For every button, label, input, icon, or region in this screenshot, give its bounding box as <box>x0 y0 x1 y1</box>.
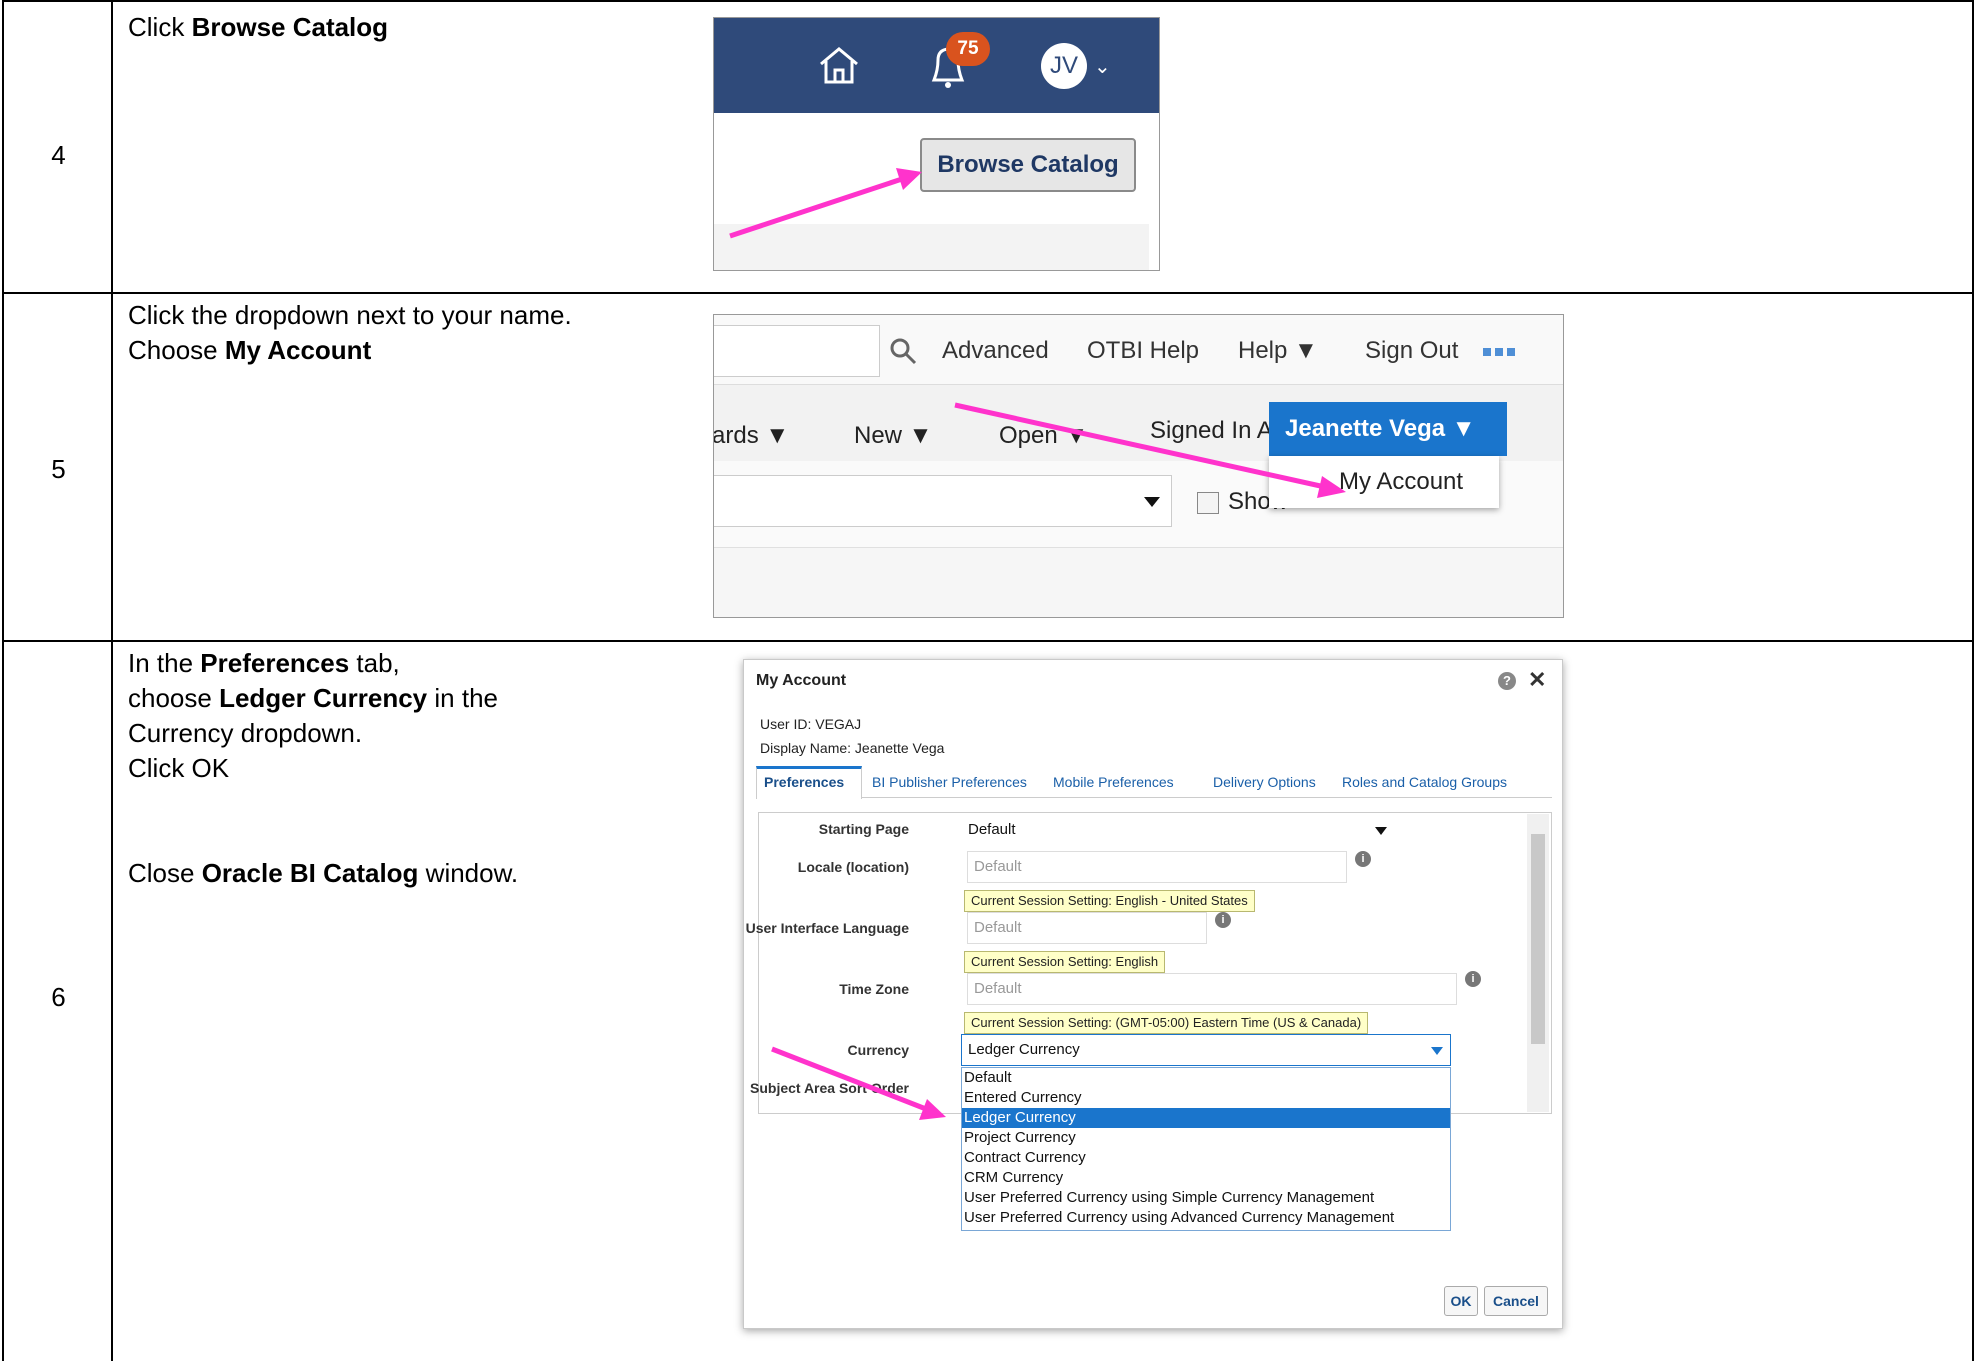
currency-option[interactable]: Entered Currency <box>962 1088 1450 1108</box>
toolbar-strip <box>714 224 1149 270</box>
close-icon[interactable]: ✕ <box>1528 667 1546 693</box>
step-instruction: In the Preferences tab, choose Ledger Cu… <box>128 646 518 891</box>
instruction-line: Close Oracle BI Catalog window. <box>128 858 519 888</box>
time-zone-label: Time Zone <box>839 981 909 997</box>
instruction-line: Click the dropdown next to your name. <box>128 300 572 330</box>
currency-option[interactable]: Project Currency <box>962 1128 1450 1148</box>
locale-label: Locale (location) <box>797 859 909 875</box>
instruction-bold: My Account <box>224 335 372 365</box>
chevron-down-icon[interactable]: ⌄ <box>1094 54 1111 79</box>
instruction-bold: Browse Catalog <box>191 12 389 42</box>
my-account-menu-item[interactable]: My Account <box>1269 456 1499 508</box>
ok-button[interactable]: OK <box>1444 1286 1478 1316</box>
instruction-line: In the Preferences tab, <box>128 648 400 678</box>
dropdown-arrow-icon[interactable] <box>1144 497 1160 507</box>
currency-dropdown-list: Default Entered Currency Ledger Currency… <box>961 1067 1451 1231</box>
avatar[interactable]: JV <box>1041 43 1087 89</box>
instruction-text: Click <box>128 12 192 42</box>
step-instruction: Click the dropdown next to your name. Ch… <box>128 298 572 368</box>
instruction-line: Click OK <box>128 753 230 783</box>
dashboards-menu[interactable]: ards ▼ <box>714 422 789 450</box>
step-instruction: Click Browse Catalog <box>128 10 388 45</box>
tab-bi-publisher-preferences[interactable]: BI Publisher Preferences <box>872 774 1027 790</box>
step-number: 5 <box>51 454 66 484</box>
search-icon[interactable] <box>889 337 917 365</box>
currency-option[interactable]: Default <box>962 1068 1450 1088</box>
scrollbar-thumb[interactable] <box>1531 834 1545 1044</box>
tab-delivery-options[interactable]: Delivery Options <box>1213 774 1316 790</box>
dropdown-arrow-icon[interactable] <box>1431 1047 1443 1055</box>
info-icon: i <box>1355 851 1371 867</box>
instruction-line: Choose My Account <box>128 333 572 368</box>
instruction-line: choose Ledger Currency in the <box>128 683 498 713</box>
info-icon: i <box>1215 912 1231 928</box>
user-id: User ID: VEGAJ <box>760 716 862 732</box>
apps-icon[interactable] <box>1481 345 1517 359</box>
currency-option-selected[interactable]: Ledger Currency <box>962 1108 1450 1128</box>
ui-language-label: User Interface Language <box>745 920 909 936</box>
starting-page-label: Starting Page <box>818 821 909 837</box>
ui-language-field[interactable]: Default <box>967 912 1207 944</box>
browse-catalog-button[interactable]: Browse Catalog <box>920 138 1136 192</box>
dropdown-arrow-icon[interactable] <box>1375 827 1387 835</box>
display-name: Display Name: Jeanette Vega <box>760 740 945 756</box>
sign-out-link[interactable]: Sign Out <box>1365 337 1458 365</box>
currency-option[interactable]: CRM Currency <box>962 1168 1450 1188</box>
starting-page-select[interactable]: Default <box>961 814 1391 846</box>
location-select[interactable] <box>714 475 1172 527</box>
help-menu[interactable]: Help ▼ <box>1238 337 1318 365</box>
currency-option[interactable]: User Preferred Currency using Simple Cur… <box>962 1188 1450 1208</box>
help-icon[interactable]: ? <box>1498 672 1516 690</box>
step-number: 4 <box>51 140 66 170</box>
step-number: 6 <box>51 982 66 1012</box>
search-input[interactable] <box>714 325 880 377</box>
content-strip <box>714 547 1563 617</box>
currency-option[interactable]: Contract Currency <box>962 1148 1450 1168</box>
advanced-link[interactable]: Advanced <box>942 337 1049 365</box>
currency-label: Currency <box>847 1042 909 1058</box>
new-menu[interactable]: New ▼ <box>854 422 932 450</box>
time-zone-session-note: Current Session Setting: (GMT-05:00) Eas… <box>964 1012 1369 1034</box>
step-number-cell: 4 <box>4 2 113 292</box>
dialog-title: My Account <box>756 672 847 689</box>
step-number-cell: 5 <box>4 294 113 640</box>
instruction-text: Choose <box>128 335 225 365</box>
show-checkbox[interactable] <box>1197 492 1219 514</box>
otbi-help-link[interactable]: OTBI Help <box>1087 337 1199 365</box>
tab-mobile-preferences[interactable]: Mobile Preferences <box>1053 774 1174 790</box>
tab-preferences[interactable]: Preferences <box>764 774 844 790</box>
time-zone-field[interactable]: Default <box>967 973 1457 1005</box>
scrollbar[interactable] <box>1527 814 1549 1112</box>
locale-session-note: Current Session Setting: English - Unite… <box>964 890 1255 912</box>
tab-bar: Preferences BI Publisher Preferences Mob… <box>756 766 1552 799</box>
my-account-dialog: My Account ? ✕ User ID: VEGAJ Display Na… <box>743 659 1563 1329</box>
notification-count-badge: 75 <box>946 32 990 66</box>
user-menu-button[interactable]: Jeanette Vega ▼ <box>1269 402 1507 456</box>
subject-area-sort-order-label: Subject Area Sort Order <box>750 1080 909 1096</box>
screenshot-browse-catalog: 75 JV ⌄ Browse Catalog <box>713 17 1160 271</box>
currency-select[interactable]: Ledger Currency <box>961 1034 1451 1066</box>
locale-field[interactable]: Default <box>967 851 1347 883</box>
instruction-line: Currency dropdown. <box>128 718 363 748</box>
home-icon[interactable] <box>817 44 861 86</box>
step-number-cell: 6 <box>4 642 113 1361</box>
currency-option[interactable]: User Preferred Currency using Advanced C… <box>962 1208 1450 1228</box>
info-icon: i <box>1465 971 1481 987</box>
ui-language-session-note: Current Session Setting: English <box>964 951 1166 973</box>
tab-roles-and-catalog-groups[interactable]: Roles and Catalog Groups <box>1342 774 1507 790</box>
signed-in-as-label: Signed In As <box>1150 417 1285 444</box>
cancel-button[interactable]: Cancel <box>1484 1286 1548 1316</box>
open-menu[interactable]: Open ▼ <box>999 422 1088 450</box>
screenshot-my-account-menu: Advanced OTBI Help Help ▼ Sign Out ards … <box>713 314 1564 618</box>
